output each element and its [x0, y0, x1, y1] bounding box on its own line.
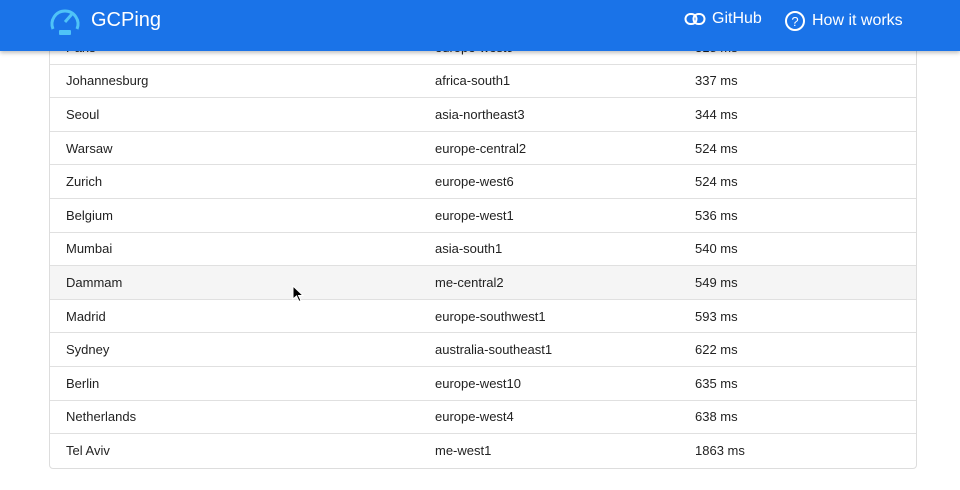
mouse-cursor-icon [292, 285, 305, 303]
latency-cell: 540 ms [695, 241, 738, 257]
latency-cell: 638 ms [695, 409, 738, 425]
app-title[interactable]: GCPing [91, 9, 161, 31]
table-row[interactable]: Netherlands europe-west4 638 ms [50, 401, 916, 435]
region-cell: europe-west10 [435, 375, 521, 391]
latency-cell: 622 ms [695, 342, 738, 358]
table-row[interactable]: Sydney australia-southeast1 622 ms [50, 333, 916, 367]
city-cell: Netherlands [66, 409, 137, 425]
region-cell: australia-southeast1 [435, 342, 553, 358]
table-row[interactable]: Berlin europe-west10 635 ms [50, 367, 916, 401]
city-cell: Warsaw [66, 140, 113, 156]
help-circle-icon: ? [785, 11, 805, 31]
latency-cell: 524 ms [695, 140, 738, 156]
region-cell: me-central2 [435, 274, 504, 290]
region-cell: europe-southwest1 [435, 308, 546, 324]
region-cell: europe-central2 [435, 140, 527, 156]
table-row[interactable]: Dammam me-central2 549 ms [50, 266, 916, 300]
city-cell: Johannesburg [66, 73, 149, 89]
latency-cell: 536 ms [695, 207, 738, 223]
region-cell: asia-northeast3 [435, 106, 525, 122]
region-cell: europe-west4 [435, 409, 514, 425]
city-cell: Mumbai [66, 241, 113, 257]
city-cell: Tel Aviv [66, 443, 110, 459]
table-row[interactable]: Johannesburg africa-south1 337 ms [50, 65, 916, 99]
latency-cell: 635 ms [695, 375, 738, 391]
table-row[interactable]: Belgium europe-west1 536 ms [50, 199, 916, 233]
latency-cell: 549 ms [695, 274, 738, 290]
table-row[interactable]: Tel Aviv me-west1 1863 ms [50, 434, 916, 468]
latency-cell: 337 ms [695, 73, 738, 89]
table-row[interactable]: Mumbai asia-south1 540 ms [50, 233, 916, 267]
github-label: GitHub [712, 10, 762, 27]
region-cell: africa-south1 [435, 73, 511, 89]
link-icon [684, 13, 706, 25]
latency-cell: 344 ms [695, 106, 738, 122]
city-cell: Dammam [66, 274, 123, 290]
city-cell: Sydney [66, 342, 110, 358]
github-link[interactable]: GitHub [684, 10, 762, 28]
table-row[interactable]: Warsaw europe-central2 524 ms [50, 132, 916, 166]
city-cell: Berlin [66, 375, 100, 391]
latency-cell: 593 ms [695, 308, 738, 324]
region-cell: europe-west1 [435, 207, 514, 223]
latency-cell: 1863 ms [695, 443, 745, 459]
region-cell: europe-west6 [435, 174, 514, 190]
region-cell: me-west1 [435, 443, 492, 459]
how-it-works-link[interactable]: ? How it works [784, 10, 903, 32]
svg-text:?: ? [791, 14, 798, 29]
city-cell: Seoul [66, 106, 100, 122]
city-cell: Belgium [66, 207, 113, 223]
table-row[interactable]: Seoul asia-northeast3 344 ms [50, 98, 916, 132]
region-cell: asia-south1 [435, 241, 503, 257]
speedometer-logo-icon [50, 9, 80, 35]
city-cell: Zurich [66, 174, 103, 190]
table-row[interactable]: Madrid europe-southwest1 593 ms [50, 300, 916, 334]
table-row[interactable]: Zurich europe-west6 524 ms [50, 165, 916, 199]
how-it-works-label: How it works [812, 12, 903, 29]
latency-table: Pariseurope-west9318 msJohannesburgafric… [49, 30, 917, 469]
city-cell: Madrid [66, 308, 106, 324]
app-header: GCPing GitHub ? How it works [0, 0, 960, 51]
latency-cell: 524 ms [695, 174, 738, 190]
